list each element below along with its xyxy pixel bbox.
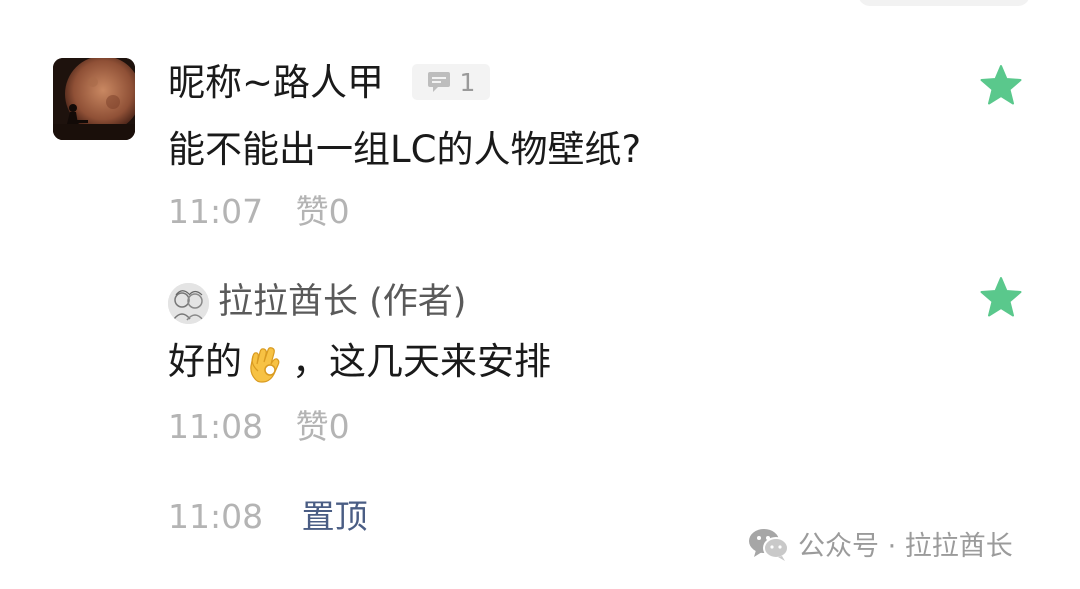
wechat-icon (749, 528, 789, 561)
watermark: 公众号 · 拉拉酋长 (748, 524, 1013, 563)
reply-like-button[interactable]: 赞0 (296, 407, 350, 446)
pin-time: 11:08 (168, 497, 264, 536)
reply-text-before: 好的 (168, 340, 242, 383)
reply-count-badge[interactable]: 1 (412, 64, 490, 100)
ok-hand-emoji-icon (250, 347, 280, 383)
pin-to-top-button[interactable]: 置顶 (302, 497, 368, 536)
watermark-text: 公众号 · 拉拉酋长 (798, 531, 1013, 562)
reply-count: 1 (459, 67, 476, 97)
comment-bubble-icon (427, 72, 450, 92)
author-name[interactable]: 拉拉酋长 (作者) (218, 280, 466, 324)
comment-like-button[interactable]: 赞0 (296, 192, 350, 231)
comment-time: 11:07 (168, 192, 264, 231)
reply-text: 好的 ，这几天来安排 (168, 338, 551, 386)
commenter-name[interactable]: 昵称~路人甲 (168, 60, 384, 106)
reply-meta: 11:08 赞0 (168, 407, 350, 447)
star-icon[interactable] (979, 64, 1023, 106)
top-pill (858, 0, 1030, 6)
reply-text-after: ，这几天来安排 (292, 340, 551, 383)
author-avatar[interactable] (168, 283, 209, 324)
comment-text: 能不能出一组LC的人物壁纸? (168, 128, 642, 171)
reply-time: 11:08 (168, 407, 264, 446)
pin-row: 11:08 置顶 (168, 497, 368, 537)
star-icon[interactable] (979, 276, 1023, 318)
comment-meta: 11:07 赞0 (168, 192, 350, 232)
commenter-avatar[interactable] (53, 58, 135, 140)
